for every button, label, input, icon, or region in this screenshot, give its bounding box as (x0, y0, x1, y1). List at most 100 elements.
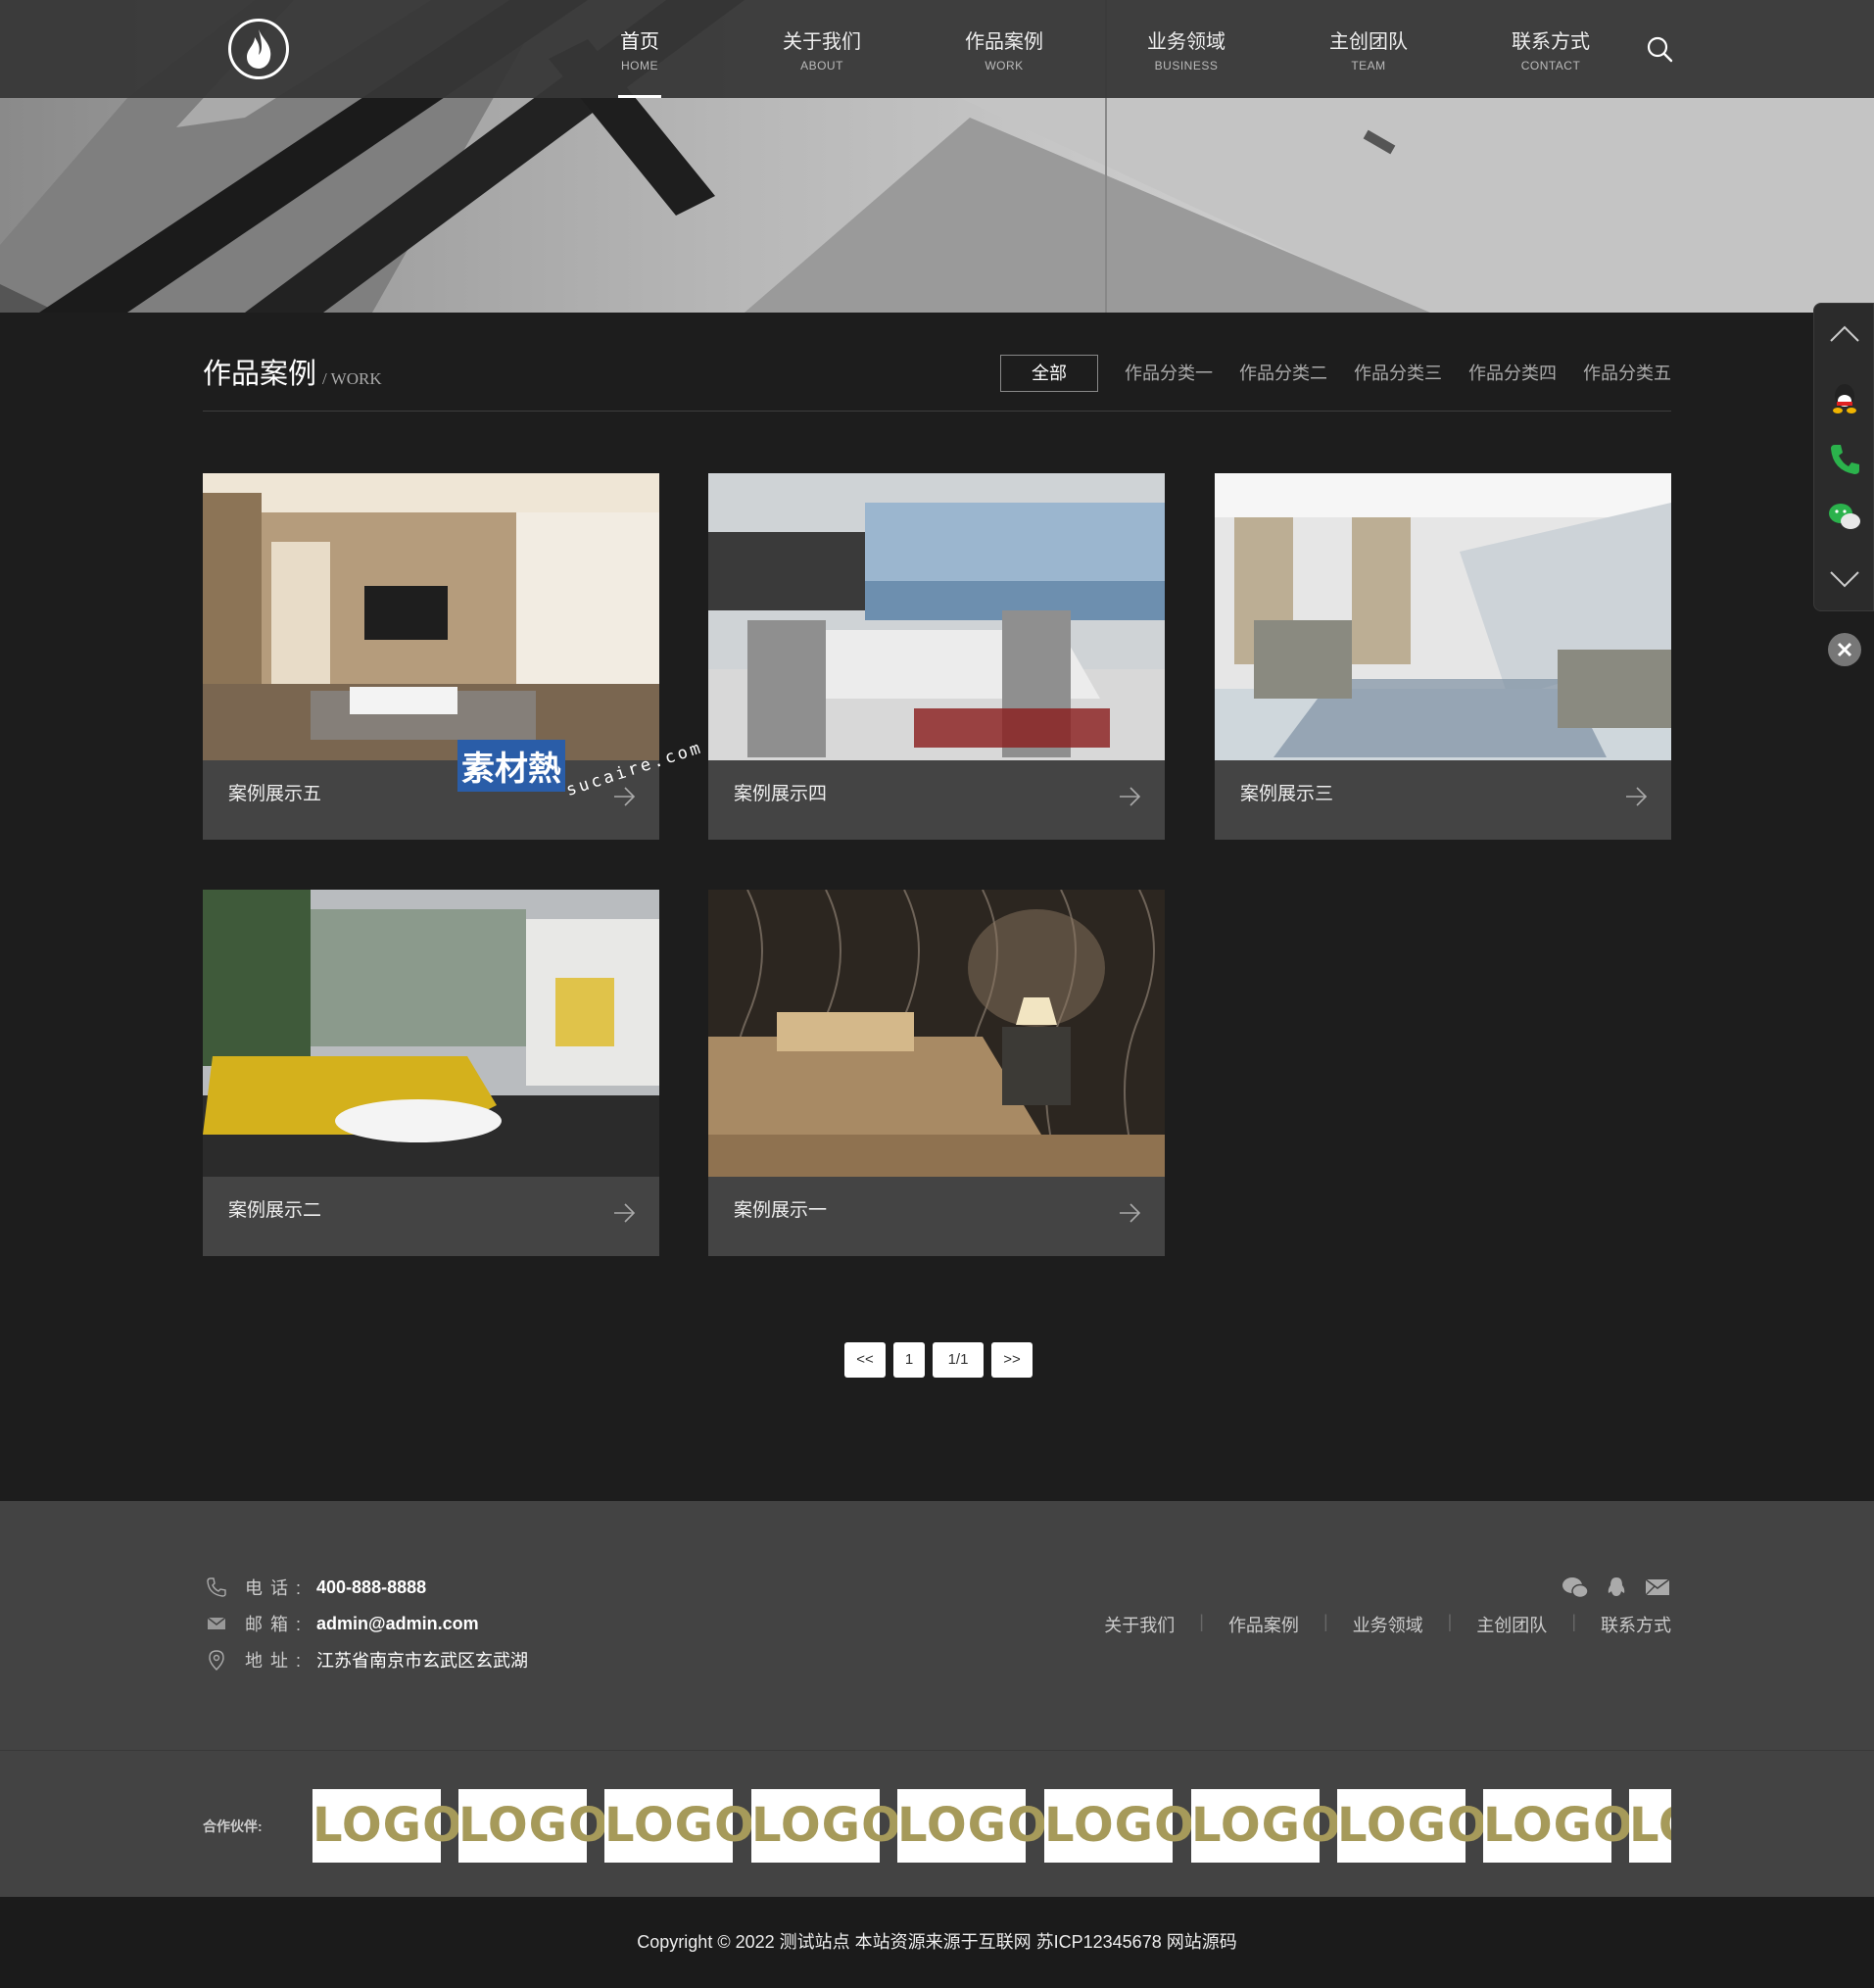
nav-sublabel: TEAM (1351, 59, 1386, 73)
nav-sublabel: CONTACT (1520, 59, 1581, 73)
nav-label: 联系方式 (1512, 31, 1590, 53)
case-image-living-room (203, 473, 659, 760)
filter-category-5[interactable]: 作品分类五 (1583, 356, 1671, 391)
page-number-button[interactable]: 1 (893, 1342, 925, 1378)
contact-address: 地址: 江苏省南京市玄武区玄武湖 (206, 1647, 528, 1673)
chevron-down-icon (1830, 571, 1859, 588)
nav-label: 业务领域 (1147, 31, 1225, 53)
arrow-right-icon (614, 1203, 636, 1223)
prev-page-button[interactable]: << (844, 1342, 886, 1378)
partner-logo[interactable]: LOGO (458, 1789, 608, 1863)
close-icon (1837, 642, 1852, 657)
nav-item-home[interactable]: 首页 HOME (549, 0, 731, 98)
case-image-bedroom (708, 890, 1165, 1177)
address-value: 江苏省南京市玄武区玄武湖 (316, 1651, 529, 1671)
site-logo[interactable] (228, 19, 289, 79)
mail-icon[interactable] (1644, 1575, 1671, 1600)
mail-icon (207, 1617, 226, 1629)
nav-item-business[interactable]: 业务领域 BUSINESS (1095, 0, 1277, 98)
nav-item-contact[interactable]: 联系方式 CONTACT (1460, 0, 1642, 98)
qq-button[interactable] (1827, 380, 1862, 415)
divider: | (1571, 1612, 1576, 1631)
floating-sidebar (1813, 303, 1874, 611)
case-card[interactable]: 案例展示二 (203, 890, 659, 1256)
sidebar-close-button[interactable] (1828, 633, 1861, 666)
pagination: << 1 1/1 >> (844, 1342, 1040, 1378)
partner-logo[interactable]: LOGO (1483, 1789, 1633, 1863)
filter-category-2[interactable]: 作品分类二 (1239, 356, 1327, 391)
category-filters: 全部 作品分类一 作品分类二 作品分类三 作品分类四 作品分类五 (1000, 355, 1671, 392)
case-title: 案例展示三 (1240, 784, 1334, 804)
main-nav: 首页 HOME 关于我们 ABOUT 作品案例 WORK 业务领域 BUSINE… (549, 0, 1642, 98)
email-value[interactable]: admin@admin.com (316, 1614, 479, 1634)
next-page-button[interactable]: >> (991, 1342, 1033, 1378)
footer-link-contact[interactable]: 联系方式 (1601, 1612, 1671, 1637)
partner-logo[interactable]: LOGO (1629, 1789, 1671, 1863)
email-label: 邮箱: (245, 1615, 310, 1634)
footer-link-business[interactable]: 业务领域 (1353, 1612, 1423, 1637)
nav-label: 作品案例 (965, 31, 1043, 53)
case-card[interactable]: 案例展示一 (708, 890, 1165, 1256)
header: 首页 HOME 关于我们 ABOUT 作品案例 WORK 业务领域 BUSINE… (0, 0, 1874, 98)
case-title: 案例展示五 (228, 784, 322, 804)
wechat-icon (1829, 504, 1860, 529)
footer-link-team[interactable]: 主创团队 (1476, 1612, 1547, 1637)
qq-icon[interactable] (1603, 1575, 1630, 1600)
scroll-top-button[interactable] (1827, 317, 1862, 353)
phone-label: 电话: (245, 1578, 310, 1598)
nav-sublabel: BUSINESS (1154, 59, 1219, 73)
nav-sublabel: HOME (621, 59, 658, 73)
nav-item-about[interactable]: 关于我们 ABOUT (731, 0, 913, 98)
footer-link-work[interactable]: 作品案例 (1228, 1612, 1299, 1637)
partner-logo[interactable]: LOGO (1044, 1789, 1194, 1863)
nav-item-team[interactable]: 主创团队 TEAM (1277, 0, 1460, 98)
filter-category-1[interactable]: 作品分类一 (1125, 356, 1213, 391)
case-card[interactable]: 案例展示五 素材熱 sucaire.com (203, 473, 705, 840)
case-card[interactable]: 案例展示三 (1215, 473, 1671, 840)
phone-button[interactable] (1827, 441, 1862, 476)
watermark-text: 素材熱 (457, 740, 565, 792)
case-image-lounge (1215, 473, 1671, 760)
case-image-yellow-sofa (203, 890, 659, 1177)
watermark-url: sucaire.com (563, 737, 706, 801)
nav-label: 主创团队 (1329, 31, 1408, 53)
partner-logo[interactable]: LOGO (1191, 1789, 1341, 1863)
partner-logo[interactable]: LOGO (751, 1789, 901, 1863)
qq-icon (1833, 384, 1856, 413)
address-label: 地址: (245, 1651, 310, 1671)
search-icon (1647, 36, 1673, 63)
contact-email: 邮箱: admin@admin.com (206, 1611, 479, 1636)
partners-section: 合作伙伴: LOGO LOGO LOGO LOGO LOGO LOGO LOGO… (0, 1750, 1874, 1897)
divider: | (1322, 1612, 1328, 1631)
partner-logo[interactable]: LOGO (604, 1789, 754, 1863)
filter-all[interactable]: 全部 (1000, 355, 1098, 392)
phone-value: 400-888-8888 (316, 1576, 427, 1597)
page-count: 1/1 (933, 1342, 984, 1378)
case-title: 案例展示四 (734, 784, 828, 804)
scroll-bottom-button[interactable] (1827, 560, 1862, 596)
nav-label: 首页 (620, 31, 659, 53)
arrow-right-icon (1120, 1203, 1141, 1223)
case-title: 案例展示二 (228, 1200, 322, 1221)
section-header: 作品案例 / WORK 全部 作品分类一 作品分类二 作品分类三 作品分类四 作… (203, 355, 1671, 412)
footer-link-about[interactable]: 关于我们 (1104, 1612, 1175, 1637)
partner-logo[interactable]: LOGO (312, 1789, 462, 1863)
wechat-button[interactable] (1827, 500, 1862, 535)
nav-sublabel: WORK (985, 59, 1024, 73)
footer-nav: 关于我们 | 作品案例 | 业务领域 | 主创团队 | 联系方式 (1104, 1612, 1671, 1637)
case-card[interactable]: 案例展示四 (708, 473, 1165, 840)
partners-title: 合作伙伴: (203, 1818, 263, 1834)
filter-category-3[interactable]: 作品分类三 (1354, 356, 1442, 391)
case-title: 案例展示一 (734, 1200, 828, 1221)
partner-logo[interactable]: LOGO (897, 1789, 1047, 1863)
filter-category-4[interactable]: 作品分类四 (1468, 356, 1557, 391)
nav-item-work[interactable]: 作品案例 WORK (913, 0, 1095, 98)
arrow-right-icon (1120, 787, 1141, 806)
chevron-up-icon (1830, 325, 1859, 342)
footer: 电话: 400-888-8888 邮箱: admin@admin.com 地址:… (0, 1501, 1874, 1750)
search-button[interactable] (1646, 35, 1673, 63)
wechat-icon[interactable] (1562, 1575, 1589, 1600)
partner-logo[interactable]: LOGO (1337, 1789, 1487, 1863)
section-subtitle: / WORK (322, 369, 382, 388)
phone-icon (207, 1577, 226, 1597)
